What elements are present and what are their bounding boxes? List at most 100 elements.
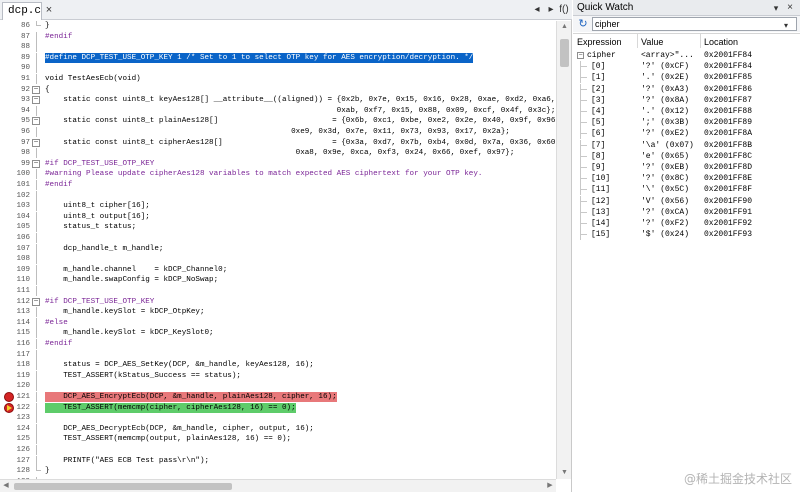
code-line[interactable]: 96 0xe9, 0x3d, 0x7e, 0x11, 0x73, 0x93, 0… <box>0 127 556 137</box>
line-number: 126 <box>16 446 30 454</box>
code-line[interactable]: 98 0xa8, 0x9e, 0xca, 0xf3, 0x24, 0x66, 0… <box>0 148 556 159</box>
horizontal-scrollbar[interactable]: ◀ ▶ <box>0 479 556 492</box>
code-line[interactable]: 94 0xab, 0xf7, 0x15, 0x88, 0x09, 0xcf, 0… <box>0 105 556 116</box>
code-line[interactable]: 90 <box>0 63 556 74</box>
fold-guide <box>36 74 37 84</box>
code-line[interactable]: 102 <box>0 190 556 201</box>
watch-row[interactable]: [3] '?' (0x8A) 0x2001FF87 <box>573 94 800 106</box>
code-line[interactable]: 123 <box>0 413 556 424</box>
code-line[interactable]: 99− #if DCP_TEST_USE_OTP_KEY <box>0 159 556 169</box>
code-line[interactable]: 93− static const uint8_t keyAes128[] __a… <box>0 95 556 105</box>
fold-collapse-icon[interactable]: − <box>32 159 40 168</box>
code-line[interactable]: 119 TEST_ASSERT(kStatus_Success == statu… <box>0 370 556 381</box>
code-line[interactable]: 117 <box>0 349 556 360</box>
code-line[interactable]: 126 <box>0 445 556 455</box>
vertical-scrollbar[interactable]: ▲ ▼ <box>556 21 571 479</box>
watch-location: 0x2001FF8D <box>704 163 753 172</box>
code-line[interactable]: 115 m_handle.keySlot = kDCP_KeySlot0; <box>0 328 556 339</box>
scroll-up-icon[interactable]: ▲ <box>557 21 572 33</box>
tab-dcp-c[interactable]: dcp.c <box>2 2 42 20</box>
code-line[interactable]: 109 m_handle.channel = kDCP_Channel0; <box>0 264 556 275</box>
watch-row[interactable]: [10] '?' (0x8C) 0x2001FF8E <box>573 173 800 185</box>
line-number: 122 <box>16 403 30 412</box>
scroll-left-arrow-icon[interactable]: ◀ <box>0 480 12 492</box>
scroll-down-icon[interactable]: ▼ <box>557 467 572 479</box>
close-icon[interactable]: × <box>784 2 796 14</box>
watch-row[interactable]: [13] '?' (0xCA) 0x2001FF91 <box>573 206 800 218</box>
column-divider[interactable] <box>637 34 638 48</box>
code-area[interactable]: 86} 87 #endif 88 89 #define DCP_TEST_USE_OTP_… <box>0 21 556 479</box>
watch-row[interactable]: [8] 'e' (0x65) 0x2001FF8C <box>573 150 800 162</box>
code-line[interactable]: 87 #endif <box>0 31 556 42</box>
code-line[interactable]: 125 TEST_ASSERT(memcmp(output, plainAes1… <box>0 434 556 445</box>
code-line[interactable]: 111 <box>0 286 556 296</box>
code-line[interactable]: 91 void TestAesEcb(void) <box>0 74 556 84</box>
horizontal-scroll-thumb[interactable] <box>14 483 232 490</box>
watch-row-root[interactable]: − cipher <array>"... 0x2001FF84 <box>573 50 800 61</box>
chevron-down-icon[interactable]: ▾ <box>780 20 792 32</box>
watch-row[interactable]: [12] 'V' (0x56) 0x2001FF90 <box>573 195 800 207</box>
watch-row[interactable]: [0] '?' (0xCF) 0x2001FF84 <box>573 61 800 73</box>
watch-row[interactable]: [4] '.' (0x12) 0x2001FF88 <box>573 106 800 117</box>
function-list-icon[interactable]: f() <box>556 3 572 17</box>
code-line[interactable]: 105 status_t status; <box>0 222 556 233</box>
vertical-scroll-thumb[interactable] <box>560 39 569 67</box>
line-number: 114 <box>16 318 30 327</box>
code-line[interactable]: 86} <box>0 21 556 31</box>
fold-collapse-icon[interactable]: − <box>32 297 40 306</box>
code-line[interactable]: 95− static const uint8_t plainAes128[] =… <box>0 116 556 126</box>
watch-row[interactable]: [1] '.' (0x2E) 0x2001FF85 <box>573 72 800 84</box>
code-line[interactable]: 114 #else <box>0 317 556 328</box>
column-header-location[interactable]: Location <box>704 36 738 48</box>
code-line[interactable]: 118 status = DCP_AES_SetKey(DCP, &m_hand… <box>0 360 556 371</box>
fold-end-marker <box>36 21 41 26</box>
code-line[interactable]: 106 <box>0 233 556 243</box>
code-line[interactable]: 124 DCP_AES_DecryptEcb(DCP, &m_handle, c… <box>0 423 556 434</box>
refresh-icon[interactable]: ↻ <box>577 18 589 30</box>
column-header-expression[interactable]: Expression <box>577 36 622 48</box>
watch-row[interactable]: [14] '?' (0xF2) 0x2001FF92 <box>573 218 800 229</box>
code-line[interactable]: 100 #warning Please update cipherAes128 v… <box>0 169 556 180</box>
fold-guide <box>36 423 37 434</box>
fold-collapse-icon[interactable]: − <box>32 85 40 94</box>
watch-row[interactable]: [7] '\a' (0x07) 0x2001FF8B <box>573 139 800 151</box>
watch-row[interactable]: [5] ';' (0x3B) 0x2001FF89 <box>573 117 800 129</box>
code-editor-pane: dcp.c × ◂ ▸ f() 86} 87 #endif 88 89 #define D… <box>0 0 572 492</box>
fold-collapse-icon[interactable]: − <box>32 117 40 126</box>
code-line[interactable]: 116 #endif <box>0 339 556 349</box>
code-line[interactable]: 121 DCP_AES_EncryptEcb(DCP, &m_handle, p… <box>0 392 556 402</box>
code-line-text: DCP_AES_EncryptEcb(DCP, &m_handle, plain… <box>45 392 337 402</box>
column-header-value[interactable]: Value <box>641 36 663 48</box>
code-line[interactable]: 113 m_handle.keySlot = kDCP_OtpKey; <box>0 307 556 318</box>
fold-collapse-icon[interactable]: − <box>32 138 40 147</box>
watch-row[interactable]: [15] '$' (0x24) 0x2001FF93 <box>573 229 800 241</box>
code-line[interactable]: 128} <box>0 466 556 476</box>
code-line[interactable]: 127 PRINTF("AES ECB Test pass\r\n"); <box>0 455 556 466</box>
watch-row[interactable]: [6] '?' (0xE2) 0x2001FF8A <box>573 128 800 140</box>
code-line[interactable]: 122 TEST_ASSERT(memcmp(cipher, cipherAes… <box>0 402 556 413</box>
code-line[interactable]: 110 m_handle.swapConfig = kDCP_NoSwap; <box>0 275 556 286</box>
expression-input[interactable]: cipher ▾ <box>592 17 797 31</box>
code-line[interactable]: 104 uint8_t output[16]; <box>0 211 556 222</box>
collapse-tree-icon[interactable]: − <box>577 52 584 59</box>
code-line[interactable]: 89 #define DCP_TEST_USE_OTP_KEY 1 /* Set … <box>0 52 556 63</box>
scroll-right-arrow-icon[interactable]: ▶ <box>544 480 556 492</box>
column-divider[interactable] <box>700 34 701 48</box>
tab-close-icon[interactable]: × <box>42 3 56 17</box>
code-line[interactable]: 112− #if DCP_TEST_USE_OTP_KEY <box>0 297 556 307</box>
scroll-left-icon[interactable]: ◂ <box>530 3 544 17</box>
pin-dropdown-icon[interactable]: ▾ <box>770 2 782 14</box>
code-line[interactable]: 107 dcp_handle_t m_handle; <box>0 243 556 254</box>
code-line[interactable]: 88 <box>0 42 556 53</box>
fold-collapse-icon[interactable]: − <box>32 96 40 105</box>
code-line[interactable]: 108 <box>0 254 556 265</box>
code-line-text: #if DCP_TEST_USE_OTP_KEY <box>45 159 155 168</box>
watch-row[interactable]: [2] '?' (0xA3) 0x2001FF86 <box>573 83 800 95</box>
watch-row[interactable]: [9] '?' (0xEB) 0x2001FF8D <box>573 162 800 173</box>
code-line[interactable]: 103 uint8_t cipher[16]; <box>0 201 556 212</box>
code-line[interactable]: 120 <box>0 381 556 392</box>
code-line[interactable]: 101 #endif <box>0 180 556 190</box>
code-line[interactable]: 97− static const uint8_t cipherAes128[] … <box>0 138 556 148</box>
watch-row[interactable]: [11] '\' (0x5C) 0x2001FF8F <box>573 184 800 196</box>
code-line[interactable]: 92−{ <box>0 85 556 95</box>
